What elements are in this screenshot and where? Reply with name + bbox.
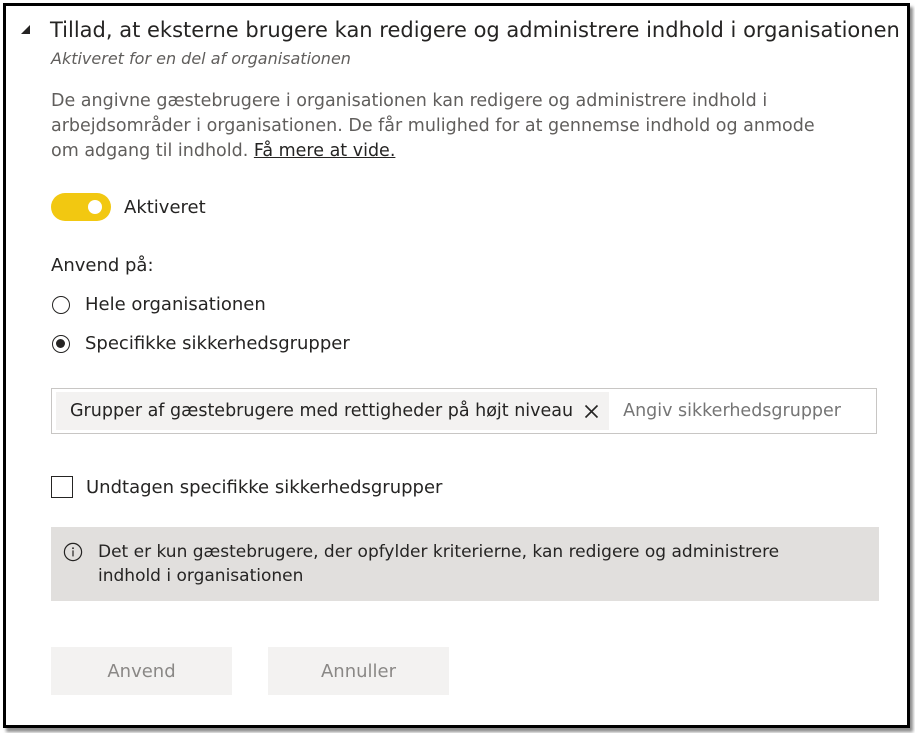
radio-button-selected[interactable] bbox=[52, 334, 70, 353]
radio-entire-organization[interactable]: Hele organisationen bbox=[52, 294, 266, 315]
security-groups-picker[interactable]: Grupper af gæstebrugere med rettigheder … bbox=[51, 388, 877, 434]
learn-more-link[interactable]: Få mere at vide. bbox=[254, 141, 396, 161]
info-icon bbox=[63, 542, 83, 562]
tag-label: Grupper af gæstebrugere med rettigheder … bbox=[70, 401, 574, 421]
radio-label: Hele organisationen bbox=[85, 294, 266, 315]
toggle-knob bbox=[88, 200, 102, 214]
security-groups-input[interactable] bbox=[621, 400, 866, 422]
settings-panel: Tillad, at eksterne brugere kan redigere… bbox=[3, 3, 910, 728]
setting-status: Aktiveret for en del af organisationen bbox=[51, 49, 351, 68]
radio-label: Specifikke sikkerhedsgrupper bbox=[85, 333, 350, 354]
security-group-tag: Grupper af gæstebrugere med rettigheder … bbox=[56, 392, 610, 430]
description-text: De angivne gæstebrugere i organisationen… bbox=[51, 91, 815, 161]
toggle-label: Aktiveret bbox=[124, 196, 206, 218]
apply-button[interactable]: Anvend bbox=[51, 647, 232, 695]
exclude-groups-checkbox[interactable] bbox=[51, 476, 73, 498]
collapse-triangle-icon[interactable] bbox=[18, 22, 32, 36]
checkbox-label: Undtagen specifikke sikkerhedsgrupper bbox=[86, 476, 443, 498]
remove-tag-close-icon[interactable] bbox=[583, 403, 599, 419]
info-text: Det er kun gæstebrugere, der opfylder kr… bbox=[98, 542, 780, 586]
setting-description: De angivne gæstebrugere i organisationen… bbox=[51, 89, 841, 164]
info-message-bar: Det er kun gæstebrugere, der opfylder kr… bbox=[51, 527, 879, 601]
exclude-groups-checkbox-row[interactable]: Undtagen specifikke sikkerhedsgrupper bbox=[51, 476, 442, 498]
enable-toggle-row: Aktiveret bbox=[51, 193, 206, 221]
radio-specific-security-groups[interactable]: Specifikke sikkerhedsgrupper bbox=[52, 333, 350, 354]
cancel-button[interactable]: Annuller bbox=[268, 647, 449, 695]
enable-toggle[interactable] bbox=[51, 193, 111, 221]
radio-button[interactable] bbox=[52, 295, 70, 314]
apply-to-label: Anvend på: bbox=[51, 255, 154, 276]
setting-title: Tillad, at eksterne brugere kan redigere… bbox=[50, 18, 900, 42]
